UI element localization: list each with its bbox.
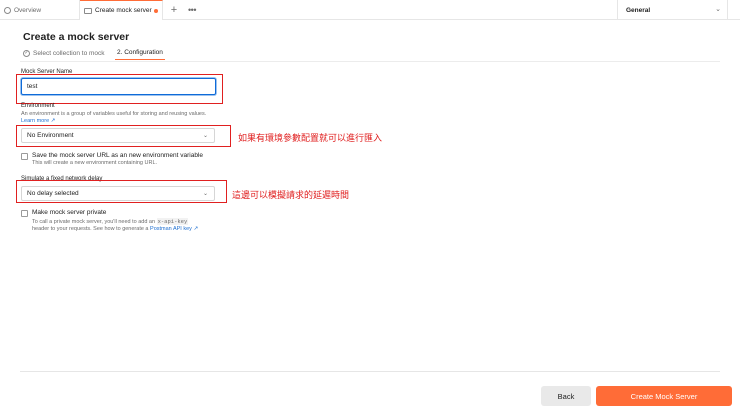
chevron-down-icon: ⌄ xyxy=(715,6,721,13)
step-navigation: ✓ Select collection to mock 2. Configura… xyxy=(23,46,165,60)
save-url-help-text: This will create a new environment conta… xyxy=(32,160,158,166)
environment-selector-value: General xyxy=(626,6,651,14)
divider xyxy=(20,61,720,62)
overview-icon xyxy=(4,6,11,14)
new-tab-button[interactable]: + xyxy=(168,3,180,17)
page-title: Create a mock server xyxy=(23,31,130,43)
step-configuration[interactable]: 2. Configuration xyxy=(115,46,165,60)
step-2-label: 2. Configuration xyxy=(117,49,163,56)
step-1-label: Select collection to mock xyxy=(33,49,105,57)
tab-create-mock-server[interactable]: Create mock server xyxy=(80,0,163,20)
footer-divider xyxy=(20,371,720,372)
more-tabs-button[interactable]: ••• xyxy=(186,3,198,17)
environment-quick-look[interactable] xyxy=(727,0,740,20)
environment-selector[interactable]: General ⌄ xyxy=(617,0,727,20)
private-help-line-2: header to your requests. See how to gene… xyxy=(32,226,198,234)
private-label: Make mock server private xyxy=(32,209,107,216)
save-url-checkbox[interactable] xyxy=(21,153,28,160)
unsaved-indicator xyxy=(154,9,158,13)
x-api-key-code: x-api-key xyxy=(156,218,189,225)
tab-bar: Overview Create mock server + ••• Genera… xyxy=(0,0,740,20)
highlight-box-environment xyxy=(16,125,231,147)
private-help-text-1: To call a private mock server, you'll ne… xyxy=(32,219,156,225)
tab-overview-label: Overview xyxy=(14,6,42,14)
create-mock-server-button[interactable]: Create Mock Server xyxy=(596,386,732,406)
private-checkbox[interactable] xyxy=(21,210,28,217)
highlight-box-name xyxy=(16,74,223,104)
save-url-label: Save the mock server URL as an new envir… xyxy=(32,152,204,159)
step-select-collection[interactable]: ✓ Select collection to mock xyxy=(23,46,115,60)
postman-api-key-link[interactable]: Postman API key ↗ xyxy=(150,226,198,232)
check-circle-icon: ✓ xyxy=(23,49,30,57)
annotation-delay-note: 這邊可以模擬請求的延遲時間 xyxy=(232,191,350,201)
private-help-text-2: header to your requests. See how to gene… xyxy=(32,226,149,232)
back-button[interactable]: Back xyxy=(541,386,591,406)
annotation-environment-note: 如果有環境參數配置就可以進行匯入 xyxy=(238,134,383,144)
tab-create-label: Create mock server xyxy=(95,7,152,14)
highlight-box-delay xyxy=(16,180,227,203)
environment-label: Environment xyxy=(21,103,55,109)
mock-server-icon xyxy=(84,7,92,14)
tab-overview[interactable]: Overview xyxy=(0,0,80,20)
